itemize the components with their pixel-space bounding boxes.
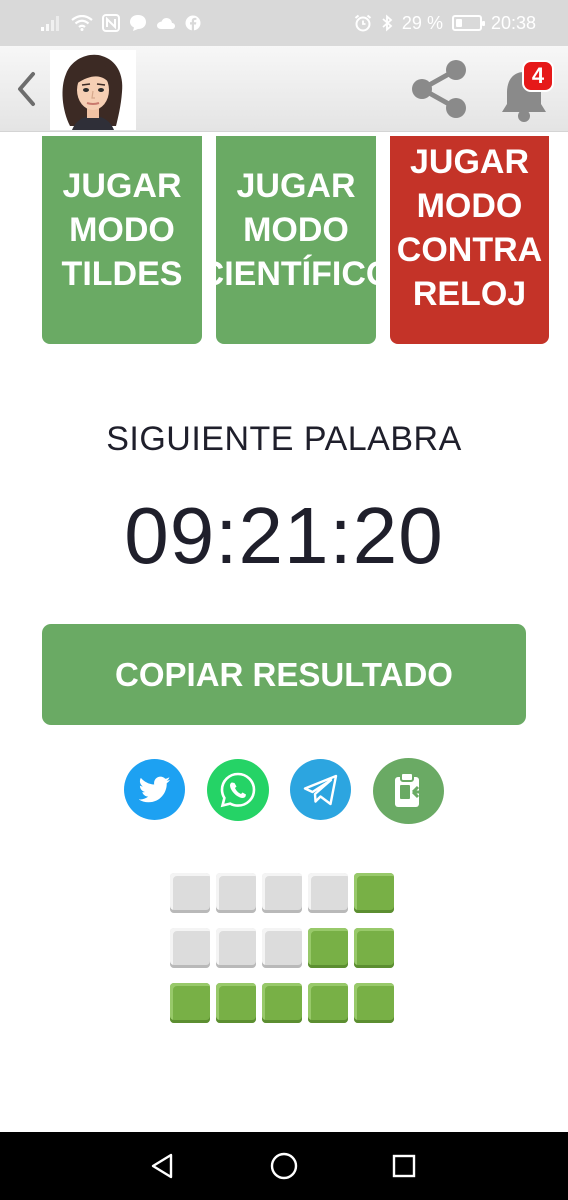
- grid-row: [170, 983, 398, 1023]
- grid-tile-green: [308, 983, 348, 1023]
- clipboard-copy-icon: [394, 772, 425, 807]
- clipboard-copy-button[interactable]: [373, 758, 444, 824]
- grid-tile-grey: [262, 928, 302, 968]
- twitter-icon: [138, 776, 170, 802]
- mode-cientifico-line-2: MODO: [243, 211, 349, 249]
- grid-tile-green: [262, 983, 302, 1023]
- mode-cientifico-button[interactable]: JUGAR MODO CIENTÍFICO: [216, 136, 376, 344]
- grid-tile-grey: [262, 873, 302, 913]
- home-circle-icon: [270, 1152, 298, 1180]
- wifi-icon: [71, 15, 93, 31]
- grid-tile-green: [354, 873, 394, 913]
- notifications-button[interactable]: 4: [498, 60, 556, 122]
- result-grid: [170, 873, 398, 1038]
- grid-tile-grey: [170, 928, 210, 968]
- nfc-icon: [102, 14, 120, 32]
- mode-contra-reloj-button[interactable]: JUGAR MODO CONTRA RELOJ: [390, 136, 549, 344]
- mode-tildes-line-1: JUGAR: [62, 167, 182, 205]
- battery-fill: [455, 19, 463, 27]
- grid-tile-grey: [216, 928, 256, 968]
- status-left-icons: [40, 14, 201, 32]
- mode-tildes-line-2: MODO: [69, 211, 175, 249]
- nav-recents-button[interactable]: [382, 1144, 426, 1188]
- signal-icon: [40, 15, 62, 31]
- back-triangle-icon: [151, 1153, 173, 1179]
- mode-cientifico-line-3: CIENTÍFICO: [216, 255, 376, 293]
- mode-contra-reloj-line-1: JUGAR: [409, 143, 530, 181]
- facebook-icon: [185, 15, 201, 31]
- status-time: 20:38: [490, 12, 536, 33]
- grid-tile-grey: [216, 873, 256, 913]
- telegram-share-button[interactable]: [290, 759, 351, 820]
- next-word-label: SIGUIENTE PALABRA: [106, 420, 462, 458]
- countdown-timer: 09:21:20: [124, 491, 444, 580]
- copy-result-button[interactable]: COPIAR RESULTADO: [42, 624, 526, 725]
- nav-back-button[interactable]: [140, 1144, 184, 1188]
- share-icon: [412, 60, 466, 118]
- navigation-bar: [0, 1132, 568, 1200]
- grid-tile-grey: [308, 873, 348, 913]
- chat-bubble-icon: [129, 14, 147, 32]
- grid-tile-green: [216, 983, 256, 1023]
- twitter-share-button[interactable]: [124, 759, 185, 820]
- battery-percent: 29 %: [401, 12, 443, 33]
- bluetooth-icon: [381, 14, 393, 32]
- mode-tildes-button[interactable]: JUGAR MODO TILDES: [42, 136, 202, 344]
- grid-tile-green: [170, 983, 210, 1023]
- avatar[interactable]: [50, 50, 136, 130]
- telegram-icon: [303, 774, 337, 805]
- mode-tildes-line-3: TILDES: [61, 255, 183, 293]
- grid-row: [170, 928, 398, 968]
- cloud-icon: [156, 16, 176, 30]
- alarm-icon: [354, 14, 372, 32]
- recents-square-icon: [392, 1154, 416, 1178]
- whatsapp-share-button[interactable]: [207, 759, 269, 821]
- back-button[interactable]: [8, 66, 44, 112]
- grid-tile-green: [308, 928, 348, 968]
- app-header: 4: [0, 46, 568, 132]
- status-bar: 29 % 20:38: [0, 0, 568, 46]
- grid-tile-green: [354, 983, 394, 1023]
- grid-tile-grey: [170, 873, 210, 913]
- battery-icon: [451, 15, 485, 31]
- nav-home-button[interactable]: [262, 1144, 306, 1188]
- chevron-left-icon: [18, 72, 35, 106]
- share-button[interactable]: [408, 58, 472, 120]
- notification-badge: 4: [522, 60, 554, 92]
- whatsapp-icon: [220, 772, 256, 808]
- grid-tile-green: [354, 928, 394, 968]
- mode-contra-reloj-line-3: CONTRA: [396, 231, 543, 269]
- mode-cientifico-line-1: JUGAR: [236, 167, 356, 205]
- grid-row: [170, 873, 398, 913]
- mode-contra-reloj-line-2: MODO: [416, 187, 523, 225]
- status-right-icons: 29 % 20:38: [354, 13, 536, 34]
- mode-contra-reloj-line-4: RELOJ: [412, 275, 527, 313]
